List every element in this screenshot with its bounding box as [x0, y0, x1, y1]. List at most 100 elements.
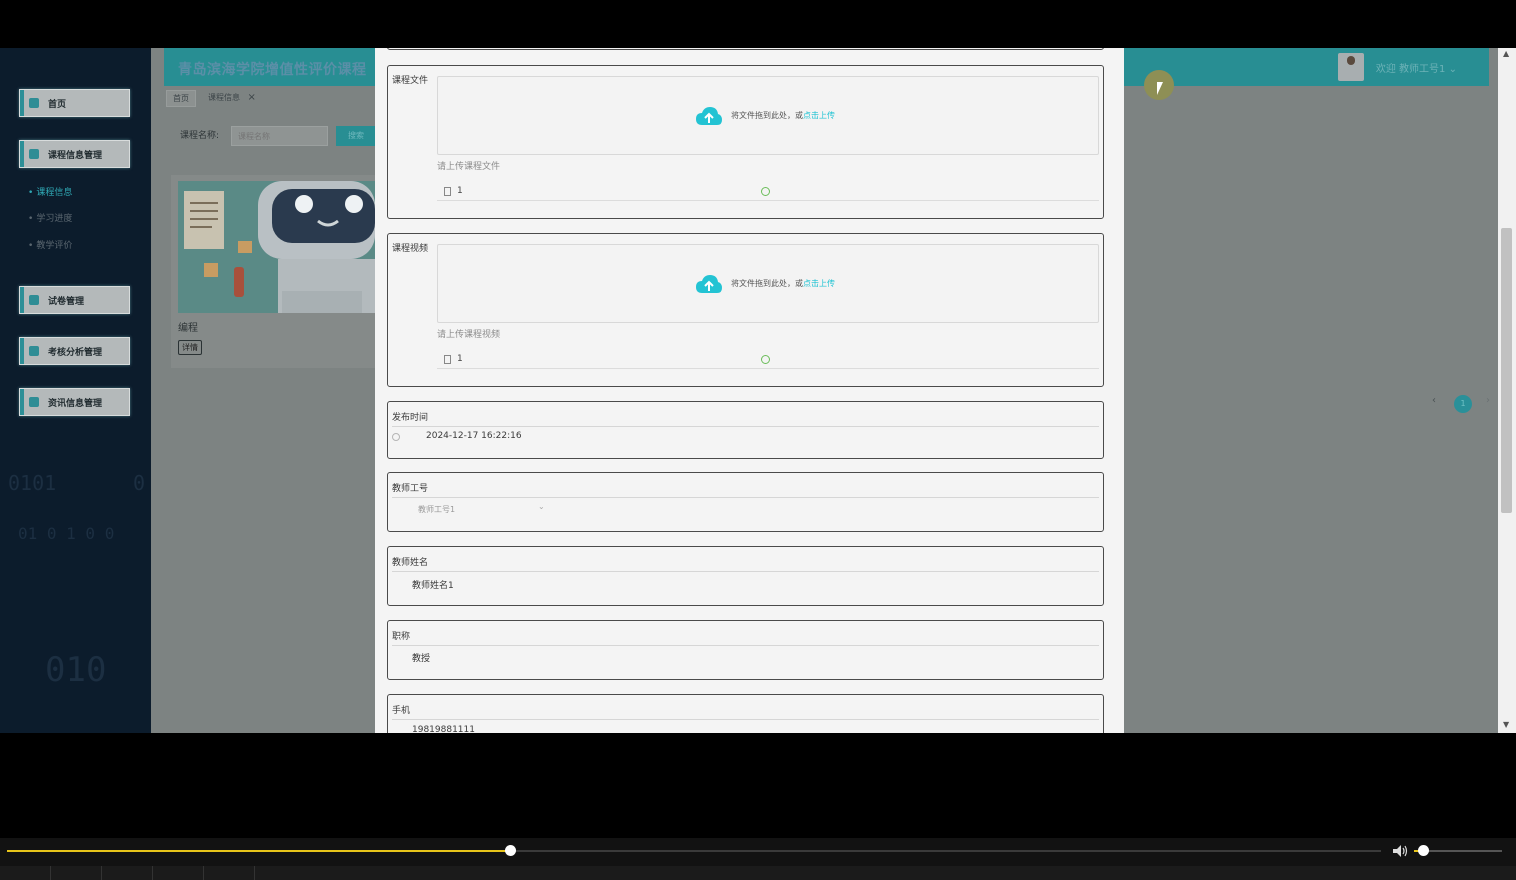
success-check-icon: [761, 187, 770, 196]
file-name: 1: [457, 354, 463, 364]
click-upload-link[interactable]: 点击上传: [803, 111, 835, 120]
background-binary-text: 010: [45, 650, 107, 690]
background-binary-text: 0: [133, 471, 146, 495]
phone-section: 手机 19819881111: [387, 694, 1104, 733]
divider: [392, 571, 1099, 572]
thumbnail-strip: [0, 866, 1516, 880]
menu-item-course-management[interactable]: 课程信息管理: [19, 140, 130, 168]
close-icon[interactable]: ×: [248, 92, 256, 103]
tab-course-info[interactable]: 课程信息 ×: [202, 90, 262, 107]
menu-item-news-management[interactable]: 资讯信息管理: [19, 388, 130, 416]
document-icon: [444, 355, 451, 364]
menu-label: 考核分析管理: [48, 347, 103, 358]
menu-item-analysis-management[interactable]: 考核分析管理: [19, 337, 130, 365]
strip-divider: [101, 866, 102, 880]
chevron-down-icon[interactable]: ⌄: [538, 502, 545, 511]
tab-label: 课程信息: [208, 93, 240, 102]
uploaded-file-item[interactable]: 1: [437, 183, 1099, 201]
search-button[interactable]: 搜索: [336, 126, 376, 146]
menu-item-exam-management[interactable]: 试卷管理: [19, 286, 130, 314]
prev-page-button[interactable]: ‹: [1432, 395, 1436, 406]
submenu-teaching-evaluation[interactable]: 教学评价: [28, 238, 72, 251]
publish-time-section: 发布时间 2024-12-17 16:22:16: [387, 401, 1104, 459]
submenu-learning-progress[interactable]: 学习进度: [28, 211, 72, 224]
strip-divider: [203, 866, 204, 880]
previous-field-section: [387, 48, 1104, 50]
page-1-button[interactable]: 1: [1454, 395, 1472, 413]
course-detail-dialog: 课程文件 将文件拖到此处，或点击上传 请上传课程文件 1 课程视频 将文件拖到此…: [375, 48, 1124, 733]
field-label: 职称: [392, 632, 411, 642]
success-check-icon: [761, 355, 770, 364]
divider: [392, 426, 1099, 427]
page-scrollbar[interactable]: ▲ ▼: [1498, 48, 1516, 733]
field-label: 教师工号: [392, 484, 429, 494]
home-icon: [29, 98, 39, 108]
field-label: 课程文件: [392, 76, 429, 86]
course-card[interactable]: 编程 详情: [171, 175, 375, 368]
click-upload-link[interactable]: 点击上传: [803, 279, 835, 288]
submenu-course-info[interactable]: 课程信息: [28, 185, 72, 198]
upload-cloud-icon: [696, 107, 722, 125]
pagination: ‹ 1 ›: [1432, 395, 1490, 413]
progress-handle[interactable]: [504, 845, 516, 856]
next-page-button[interactable]: ›: [1486, 395, 1490, 406]
menu-edge: [20, 338, 24, 364]
course-icon: [29, 149, 39, 159]
menu-item-home[interactable]: 首页: [19, 89, 130, 117]
menu-label: 课程信息管理: [48, 150, 103, 161]
course-file-section: 课程文件 将文件拖到此处，或点击上传 请上传课程文件 1: [387, 65, 1104, 219]
uploaded-file-item[interactable]: 1: [437, 351, 1099, 369]
search-input[interactable]: [231, 126, 328, 146]
field-label: 发布时间: [392, 413, 429, 423]
strip-divider: [50, 866, 51, 880]
progress-track[interactable]: [7, 845, 1381, 856]
progress-fill: [7, 850, 510, 852]
robot-illustration: [178, 181, 375, 313]
welcome-user-menu[interactable]: 欢迎 教师工号1 ⌄: [1376, 60, 1457, 75]
field-label: 手机: [392, 706, 411, 716]
background-binary-text: 01 0 1 0 0: [18, 524, 115, 543]
sidebar: 0101 0 01 0 1 0 0 010 首页 课程信息管理 课程信息 学习进…: [0, 48, 151, 733]
background-binary-text: 0101: [8, 471, 57, 495]
volume-icon[interactable]: [1392, 844, 1408, 858]
upload-hint: 请上传课程文件: [437, 162, 501, 172]
file-upload-dropzone[interactable]: 将文件拖到此处，或点击上传: [437, 76, 1099, 155]
tab-home[interactable]: 首页: [166, 90, 196, 107]
news-icon: [29, 397, 39, 407]
scroll-up-icon[interactable]: ▲: [1503, 49, 1509, 58]
professional-title-value[interactable]: 教授: [412, 651, 430, 664]
detail-button[interactable]: 详情: [178, 340, 202, 355]
site-title: 青岛滨海学院增值性评价课程: [178, 62, 367, 78]
exam-icon: [29, 295, 39, 305]
volume-track[interactable]: [1414, 845, 1502, 856]
course-image: [178, 181, 375, 313]
menu-edge: [20, 90, 24, 116]
chevron-down-icon: ⌄: [1448, 64, 1457, 75]
menu-label: 试卷管理: [48, 296, 85, 307]
divider: [392, 497, 1099, 498]
upload-hint: 请上传课程视频: [437, 330, 501, 340]
document-icon: [444, 187, 451, 196]
publish-time-value[interactable]: 2024-12-17 16:22:16: [426, 431, 522, 441]
video-player-screen: 0101 0 01 0 1 0 0 010 首页 课程信息管理 课程信息 学习进…: [0, 0, 1516, 880]
menu-edge: [20, 287, 24, 313]
volume-handle[interactable]: [1417, 845, 1429, 856]
scroll-thumb[interactable]: [1501, 228, 1512, 513]
analysis-icon: [29, 346, 39, 356]
tab-bar: 首页 课程信息 ×: [164, 88, 375, 110]
recorded-webpage: 0101 0 01 0 1 0 0 010 首页 课程信息管理 课程信息 学习进…: [0, 48, 1516, 733]
teacher-id-section: 教师工号 教师工号1 ⌄: [387, 472, 1104, 532]
avatar[interactable]: [1338, 53, 1364, 81]
dropzone-text: 将文件拖到此处，或点击上传: [731, 110, 835, 121]
scroll-down-icon[interactable]: ▼: [1503, 720, 1509, 729]
phone-value[interactable]: 19819881111: [412, 725, 475, 733]
clock-icon: [392, 433, 400, 441]
tab-label: 首页: [173, 94, 189, 103]
menu-label: 资讯信息管理: [48, 398, 103, 409]
course-title: 编程: [178, 323, 198, 334]
menu-label: 首页: [48, 99, 67, 110]
professional-title-section: 职称 教授: [387, 620, 1104, 680]
teacher-id-select[interactable]: 教师工号1: [418, 504, 455, 515]
video-upload-dropzone[interactable]: 将文件拖到此处，或点击上传: [437, 244, 1099, 323]
teacher-name-value[interactable]: 教师姓名1: [412, 578, 454, 591]
